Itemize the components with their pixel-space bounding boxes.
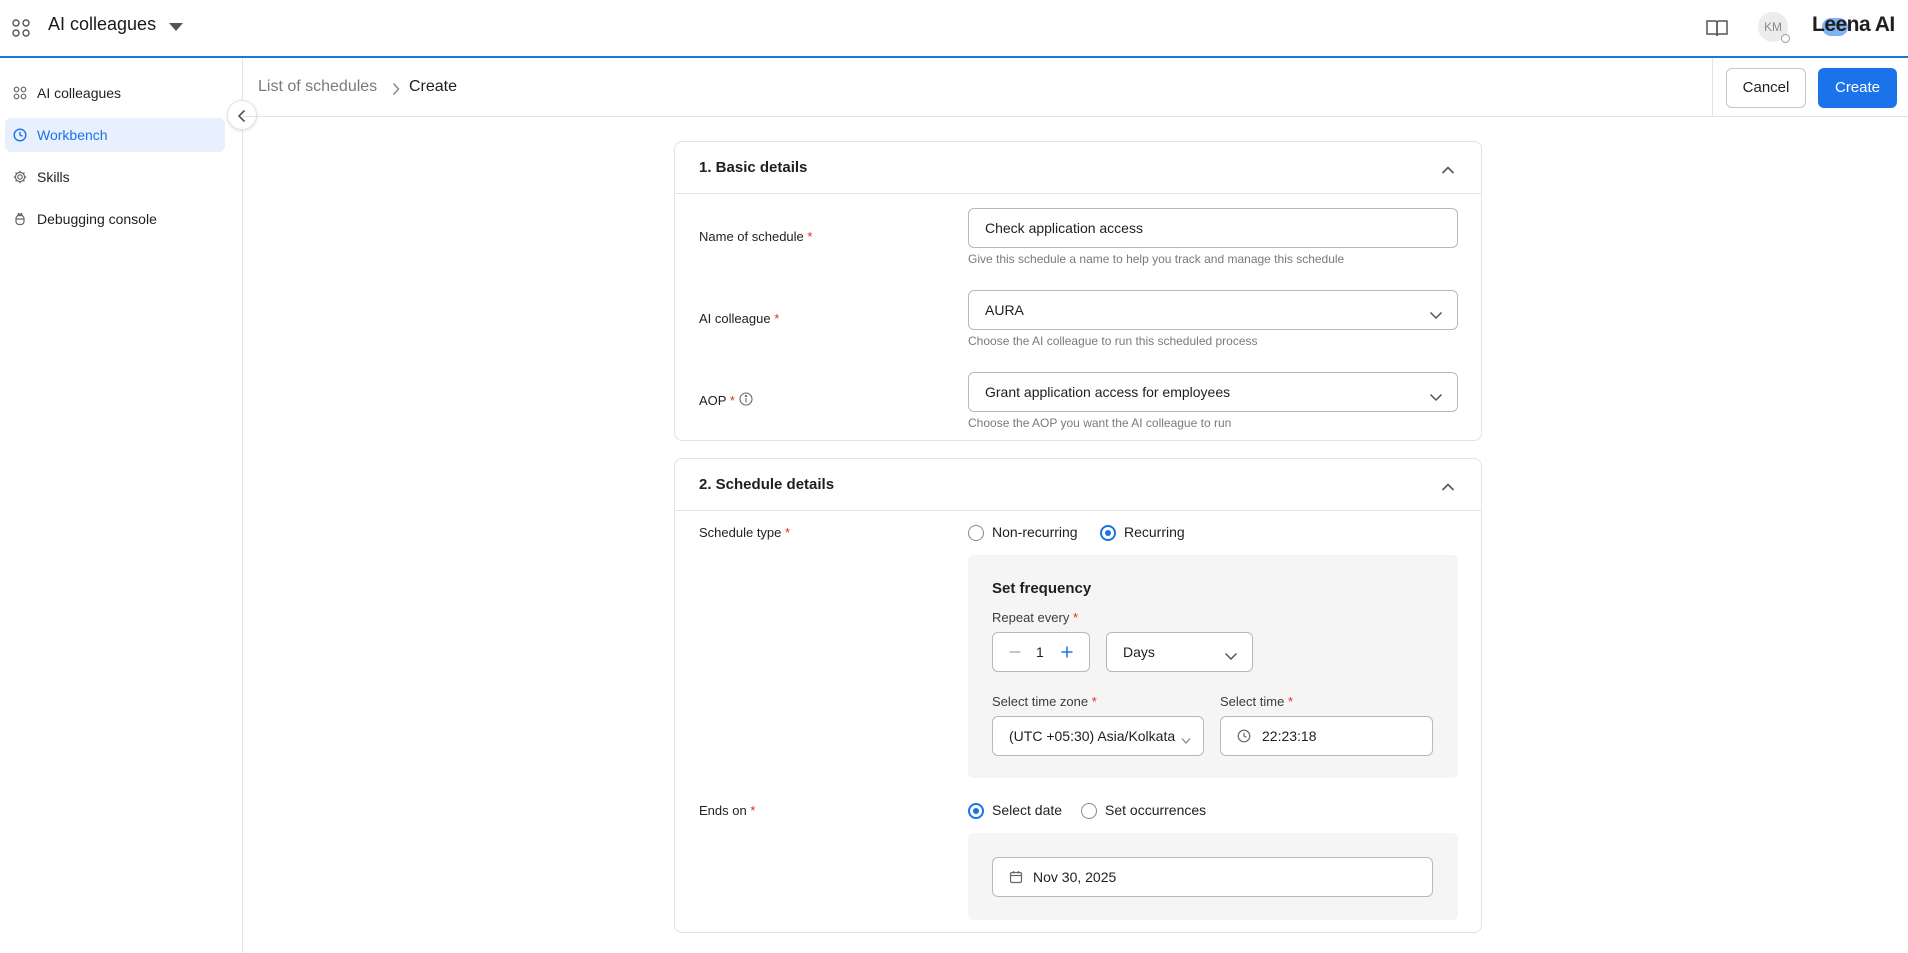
ai-colleague-hint: Choose the AI colleague to run this sche… [968,334,1258,348]
brand-logo: Leena AI [1812,13,1895,36]
name-of-schedule-input[interactable]: Check application access [968,208,1458,248]
section-title: 1. Basic details [699,159,808,176]
non-recurring-radio[interactable] [968,525,984,541]
header-divider [1712,58,1713,117]
chevron-up-icon[interactable] [1441,162,1455,180]
ends-on-label: Ends on * [699,803,756,818]
ai-colleague-label: AI colleague * [699,311,780,326]
apps-grid-icon[interactable] [11,18,31,38]
time-zone-label: Select time zone * [992,694,1097,709]
chevron-down-icon [1429,307,1443,323]
set-occurrences-radio[interactable] [1081,803,1097,819]
repeat-every-value[interactable]: 1 [1036,644,1044,660]
recurring-radio[interactable] [1100,525,1116,541]
select-date-radio[interactable] [968,803,984,819]
calendar-icon [1009,870,1023,887]
sidebar-item-workbench[interactable]: Workbench [5,118,225,152]
cancel-button[interactable]: Cancel [1726,68,1806,108]
sidebar-item-label: AI colleagues [37,85,122,101]
clock-icon [1237,729,1251,746]
schedule-type-label: Schedule type * [699,525,791,540]
presence-status-icon [1781,34,1790,43]
aop-select[interactable]: Grant application access for employees [968,372,1458,412]
book-icon[interactable] [1705,18,1729,38]
aop-hint: Choose the AOP you want the AI colleague… [968,416,1232,430]
sidebar: AI colleagues Workbench Skills Debugging… [0,58,243,953]
select-date-label[interactable]: Select date [992,802,1062,818]
breadcrumb-current: Create [409,78,458,95]
sidebar-item-ai-colleagues[interactable]: AI colleagues [5,76,225,110]
sidebar-item-label: Workbench [37,127,108,143]
end-date-input[interactable]: Nov 30, 2025 [992,857,1433,897]
app-switcher-title[interactable]: AI colleagues [48,14,156,35]
plus-icon[interactable] [1059,644,1075,660]
top-bar: AI colleagues KM Leena AI [0,0,1908,58]
create-button[interactable]: Create [1818,68,1897,108]
gear-icon [13,170,27,184]
breadcrumb-parent-link[interactable]: List of schedules [258,78,377,96]
repeat-every-label: Repeat every * [992,610,1079,625]
bug-icon [13,212,27,226]
chevron-up-icon[interactable] [1441,479,1455,497]
set-occurrences-label[interactable]: Set occurrences [1105,802,1206,818]
name-of-schedule-label: Name of schedule * [699,229,813,244]
section-title: 2. Schedule details [699,476,835,493]
repeat-unit-select[interactable]: Days [1106,632,1253,672]
set-frequency-title: Set frequency [992,580,1092,597]
sidebar-item-debugging-console[interactable]: Debugging console [5,202,225,236]
chevron-right-icon [391,82,401,101]
schedule-details-card: 2. Schedule details Schedule type * Non-… [674,458,1482,933]
non-recurring-label[interactable]: Non-recurring [992,524,1078,540]
ai-colleague-select[interactable]: AURA [968,290,1458,330]
end-date-panel: Nov 30, 2025 [968,833,1458,920]
page-header: List of schedules Create Cancel Create [243,58,1908,117]
chevron-down-icon [1181,732,1191,748]
schedule-details-header[interactable]: 2. Schedule details [675,459,1481,511]
basic-details-header[interactable]: 1. Basic details [675,142,1481,194]
aop-label: AOP * [699,393,735,408]
chevron-down-icon [1224,648,1238,664]
info-icon[interactable] [739,392,753,411]
sidebar-item-label: Debugging console [37,211,157,227]
minus-icon[interactable] [1007,644,1023,660]
repeat-every-stepper: 1 [992,632,1090,672]
time-zone-select[interactable]: (UTC +05:30) Asia/Kolkata [992,716,1204,756]
sidebar-item-skills[interactable]: Skills [5,160,225,194]
select-time-label: Select time * [1220,694,1293,709]
dropdown-caret-icon[interactable] [169,23,183,31]
sidebar-item-label: Skills [37,169,70,185]
select-time-input[interactable]: 22:23:18 [1220,716,1433,756]
name-of-schedule-hint: Give this schedule a name to help you tr… [968,252,1345,266]
apps-grid-icon [13,86,27,100]
set-frequency-panel: Set frequency Repeat every * 1 Days Sele… [968,555,1458,778]
basic-details-card: 1. Basic details Name of schedule * Chec… [674,141,1482,441]
clock-icon [13,128,27,142]
recurring-label[interactable]: Recurring [1124,524,1185,540]
chevron-down-icon [1429,389,1443,405]
